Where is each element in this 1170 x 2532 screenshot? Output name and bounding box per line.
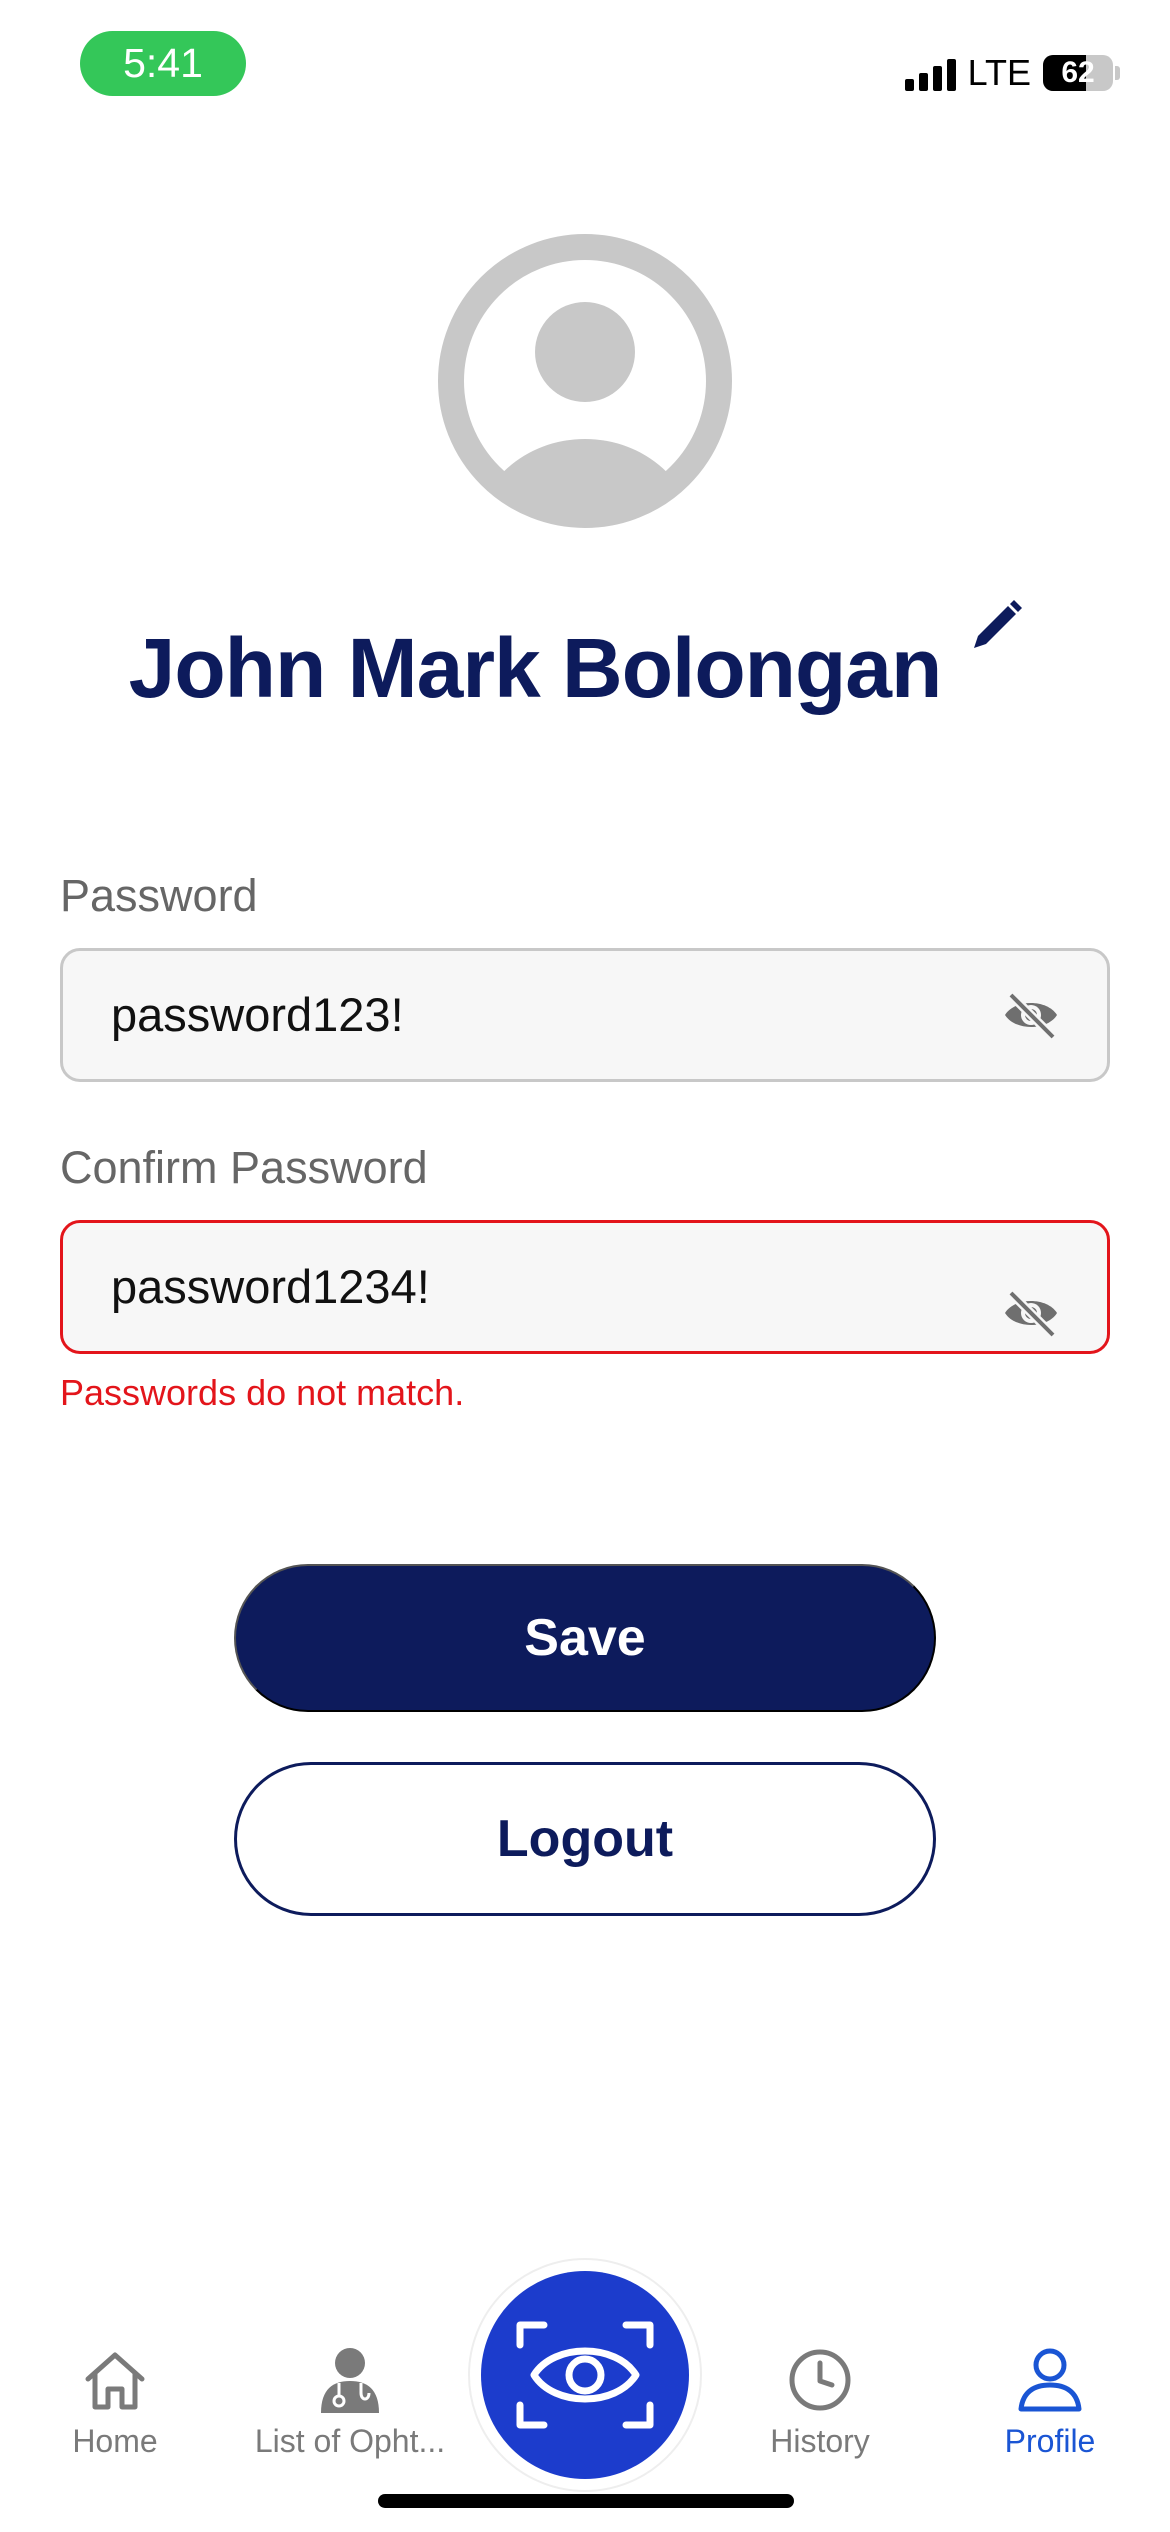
password-mismatch-error: Passwords do not match. — [60, 1372, 465, 1413]
confirm-password-field[interactable]: password1234! — [60, 1220, 1110, 1354]
edit-pencil-icon[interactable] — [966, 596, 1026, 656]
nav-profile[interactable]: Profile — [990, 2345, 1110, 2460]
user-name: John Mark Bolongan — [128, 621, 943, 715]
confirm-password-label: Confirm Password — [60, 1142, 428, 1193]
person-icon — [1018, 2348, 1082, 2412]
nav-ophthalmologists[interactable]: List of Opht... — [240, 2345, 460, 2460]
signal-icon — [904, 55, 956, 91]
network-label: LTE — [967, 52, 1031, 93]
scan-button[interactable] — [481, 2271, 689, 2479]
nav-ophthalmologists-label: List of Opht... — [254, 2423, 446, 2459]
avatar[interactable] — [438, 234, 732, 528]
battery-cap — [1115, 66, 1120, 80]
confirm-password-value: password1234! — [111, 1260, 430, 1313]
save-button[interactable]: Save — [234, 1564, 936, 1712]
clock-icon — [789, 2349, 851, 2411]
password-value: password123! — [111, 988, 404, 1041]
nav-history[interactable]: History — [750, 2345, 890, 2460]
home-icon — [85, 2352, 145, 2410]
nav-home[interactable]: Home — [60, 2345, 170, 2460]
profile-screen: 5:41 LTE 62 John Mark Bolongan Password … — [0, 0, 1170, 2532]
nav-profile-label: Profile — [1004, 2423, 1096, 2459]
nav-history-label: History — [770, 2423, 870, 2459]
nav-home-label: Home — [72, 2423, 158, 2459]
battery-icon: 62 — [1043, 55, 1113, 91]
home-indicator — [378, 2494, 794, 2508]
logout-button[interactable]: Logout — [234, 1762, 936, 1916]
doctor-icon — [321, 2348, 379, 2413]
password-field[interactable]: password123! — [60, 948, 1110, 1082]
password-label: Password — [60, 870, 258, 921]
status-indicators: LTE 62 — [904, 50, 1120, 96]
status-time: 5:41 — [80, 31, 246, 96]
battery-level: 62 — [1061, 56, 1095, 89]
eye-slash-icon[interactable] — [1001, 991, 1061, 1039]
eye-scan-icon — [516, 2321, 654, 2429]
eye-slash-icon[interactable] — [1001, 1289, 1061, 1337]
